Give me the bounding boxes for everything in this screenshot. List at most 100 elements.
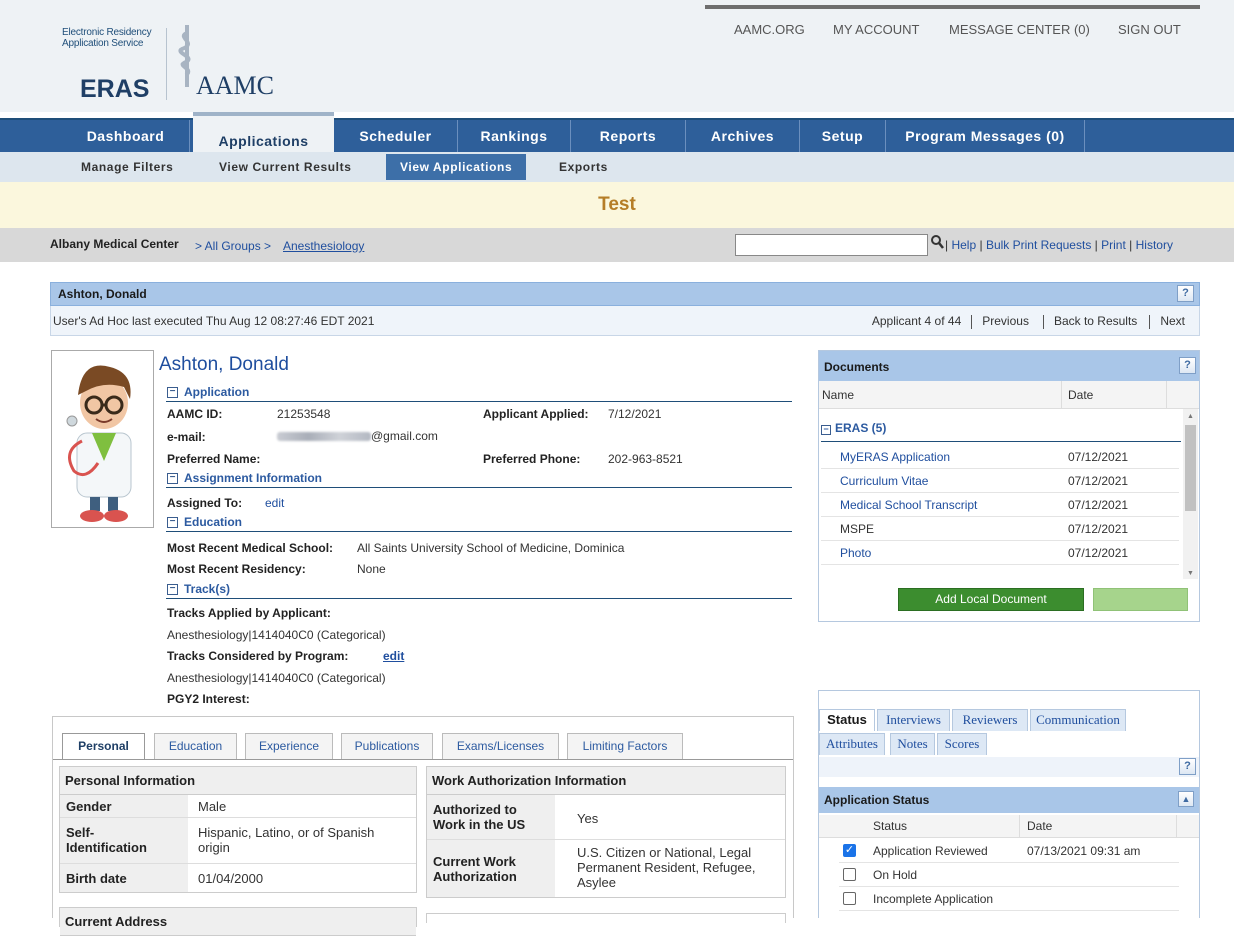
documents-scrollbar[interactable]: ▲ ▼ xyxy=(1183,409,1198,579)
section-application[interactable]: − Application xyxy=(166,384,792,402)
document-date: 07/12/2021 xyxy=(1068,450,1129,464)
previous-link[interactable]: Previous xyxy=(982,314,1029,328)
nav-tab-program-messages[interactable]: Program Messages (0) xyxy=(886,120,1085,152)
section-title: Education xyxy=(184,515,243,529)
document-row[interactable]: Photo 07/12/2021 xyxy=(821,541,1179,565)
col-status[interactable]: Status xyxy=(873,819,907,833)
preferred-phone-label: Preferred Phone: xyxy=(483,452,581,466)
redacted-email xyxy=(277,432,371,442)
document-date: 07/12/2021 xyxy=(1068,498,1129,512)
nav-tab-rankings[interactable]: Rankings xyxy=(458,120,571,152)
email-domain: @gmail.com xyxy=(371,429,438,443)
tab-scores[interactable]: Scores xyxy=(937,733,987,755)
document-row[interactable]: MyERAS Application 07/12/2021 xyxy=(821,445,1179,469)
collapse-icon[interactable]: − xyxy=(167,584,178,595)
link-history[interactable]: History xyxy=(1136,238,1173,252)
collapse-icon[interactable]: − xyxy=(167,473,178,484)
col-date[interactable]: Date xyxy=(1068,388,1093,402)
checkbox[interactable] xyxy=(843,868,856,881)
help-icon[interactable]: ? xyxy=(1179,357,1196,374)
email-label: e-mail: xyxy=(167,430,206,444)
breadcrumb-specialty[interactable]: Anesthesiology xyxy=(283,239,364,253)
scroll-down-icon[interactable]: ▼ xyxy=(1187,570,1194,577)
assigned-edit-link[interactable]: edit xyxy=(265,496,284,510)
search-icon[interactable] xyxy=(931,235,944,249)
tab-personal[interactable]: Personal xyxy=(62,733,145,760)
doctor-avatar-image xyxy=(66,365,132,522)
document-row[interactable]: MSPE 07/12/2021 xyxy=(821,517,1179,541)
status-name: Incomplete Application xyxy=(873,892,994,906)
tab-education[interactable]: Education xyxy=(154,733,237,759)
checkbox-checked[interactable]: ✓ xyxy=(843,844,856,857)
document-row[interactable]: Medical School Transcript 07/12/2021 xyxy=(821,493,1179,517)
document-link[interactable]: Medical School Transcript xyxy=(840,498,977,512)
collapse-icon[interactable]: − xyxy=(821,425,831,435)
nav-tab-archives[interactable]: Archives xyxy=(686,120,800,152)
help-icon[interactable]: ? xyxy=(1179,758,1196,775)
section-education[interactable]: − Education xyxy=(166,514,792,532)
tab-interviews[interactable]: Interviews xyxy=(877,709,950,731)
aamc-id-label: AAMC ID: xyxy=(167,407,223,421)
scroll-up-icon[interactable]: ▲ xyxy=(1187,413,1194,420)
status-date: 07/13/2021 09:31 am xyxy=(1027,844,1141,858)
back-to-results-link[interactable]: Back to Results xyxy=(1054,314,1137,328)
subtab-view-current-results[interactable]: View Current Results xyxy=(205,154,365,180)
breadcrumb-bar: Albany Medical Center > All Groups > Ane… xyxy=(0,228,1234,262)
document-link[interactable]: Curriculum Vitae xyxy=(840,474,928,488)
document-date: 07/12/2021 xyxy=(1068,474,1129,488)
tab-notes[interactable]: Notes xyxy=(890,733,935,755)
collapse-icon[interactable]: − xyxy=(167,387,178,398)
tab-experience[interactable]: Experience xyxy=(245,733,333,759)
col-date[interactable]: Date xyxy=(1027,819,1052,833)
nav-tab-scheduler[interactable]: Scheduler xyxy=(334,120,458,152)
status-row[interactable]: ✓ Application Reviewed 07/13/2021 09:31 … xyxy=(839,839,1179,863)
tracks-considered-edit-link[interactable]: edit xyxy=(383,649,404,663)
status-row[interactable]: On Hold xyxy=(839,863,1179,887)
link-my-account[interactable]: MY ACCOUNT xyxy=(833,22,919,37)
current-work-label-line2: Authorization xyxy=(433,869,517,884)
tracks-applied-value: Anesthesiology|1414040C0 (Categorical) xyxy=(167,628,386,642)
document-row[interactable]: Curriculum Vitae 07/12/2021 xyxy=(821,469,1179,493)
link-print[interactable]: Print xyxy=(1101,238,1126,252)
tab-status[interactable]: Status xyxy=(819,709,875,731)
scroll-thumb[interactable] xyxy=(1185,425,1196,511)
search-input[interactable] xyxy=(735,234,928,256)
nav-tab-setup[interactable]: Setup xyxy=(800,120,886,152)
document-link[interactable]: MyERAS Application xyxy=(840,450,950,464)
link-bulk-print[interactable]: Bulk Print Requests xyxy=(986,238,1091,252)
nav-tab-reports[interactable]: Reports xyxy=(571,120,686,152)
authorized-label-line2: Work in the US xyxy=(433,817,526,832)
tab-exams-licenses[interactable]: Exams/Licenses xyxy=(442,733,559,759)
help-icon[interactable]: ? xyxy=(1177,285,1194,302)
collapse-icon[interactable]: − xyxy=(167,517,178,528)
next-table-edge xyxy=(426,913,786,923)
status-row[interactable]: Incomplete Application xyxy=(839,887,1179,911)
subtab-manage-filters[interactable]: Manage Filters xyxy=(67,154,187,180)
section-tracks[interactable]: − Track(s) xyxy=(166,581,792,599)
tab-communication[interactable]: Communication xyxy=(1030,709,1126,731)
collapse-up-icon[interactable]: ▲ xyxy=(1178,791,1194,807)
status-name: Application Reviewed xyxy=(873,844,988,858)
link-aamc-org[interactable]: AAMC.ORG xyxy=(734,22,805,37)
next-link[interactable]: Next xyxy=(1160,314,1185,328)
tab-reviewers[interactable]: Reviewers xyxy=(952,709,1028,731)
documents-group-eras[interactable]: − ERAS (5) xyxy=(821,421,886,435)
checkbox[interactable] xyxy=(843,892,856,905)
tab-attributes[interactable]: Attributes xyxy=(819,733,885,755)
group-label: ERAS (5) xyxy=(835,421,887,435)
subtab-exports[interactable]: Exports xyxy=(545,154,622,180)
link-help[interactable]: Help xyxy=(951,238,976,252)
link-message-center[interactable]: MESSAGE CENTER (0) xyxy=(949,22,1090,37)
tab-limiting-factors[interactable]: Limiting Factors xyxy=(567,733,683,759)
nav-tab-applications[interactable]: Applications xyxy=(193,112,334,152)
document-link[interactable]: Photo xyxy=(840,546,871,560)
section-assignment[interactable]: − Assignment Information xyxy=(166,470,792,488)
breadcrumb-groups[interactable]: > All Groups > xyxy=(195,239,271,253)
email-value[interactable]: @gmail.com xyxy=(277,429,438,443)
add-local-document-button[interactable]: Add Local Document xyxy=(898,588,1084,611)
tab-publications[interactable]: Publications xyxy=(341,733,433,759)
link-sign-out[interactable]: SIGN OUT xyxy=(1118,22,1181,37)
nav-tab-dashboard[interactable]: Dashboard xyxy=(62,120,190,152)
subtab-view-applications[interactable]: View Applications xyxy=(386,154,527,180)
col-name[interactable]: Name xyxy=(822,388,854,402)
